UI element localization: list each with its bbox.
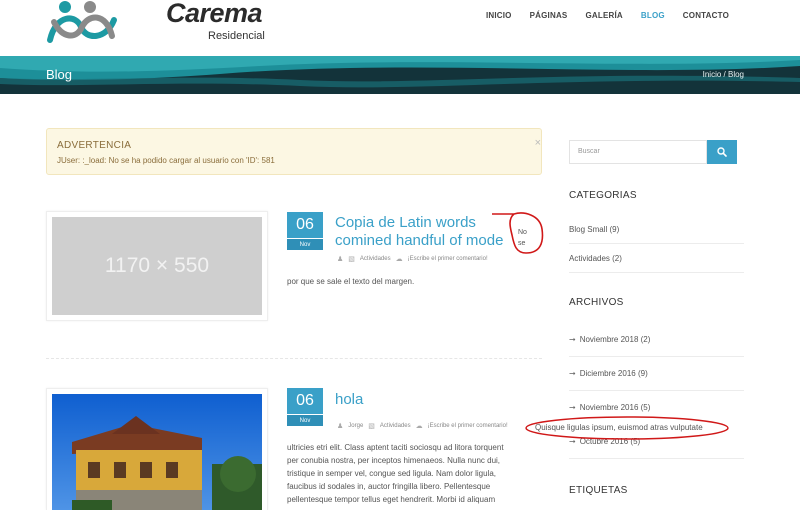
post-title[interactable]: Copia de Latin words comined handful of … [335,214,503,250]
site-logo[interactable]: Carema Residencial [46,0,265,50]
post-category[interactable]: Actividades [380,423,411,429]
categories-heading: CATEGORIAS [569,190,637,201]
date-badge: 06 Nov [287,212,323,250]
post-meta: ♟ Jorge ▧ Actividades ☁ ¡Escribe el prim… [337,422,508,430]
post-title[interactable]: hola [335,391,363,409]
archive-label: Noviembre 2018 (2) [579,335,651,344]
folder-icon: ▧ [368,423,375,430]
excerpt-line: ultricies etri elit. Class aptent taciti… [287,443,504,452]
post-divider [46,358,542,359]
breadcrumb-current: Blog [727,70,744,79]
user-icon: ♟ [337,423,344,430]
date-badge: 06 Nov [287,388,323,426]
comment-icon: ☁ [395,256,403,263]
nav-inicio[interactable]: INICIO [477,11,521,20]
house-photo [52,394,262,510]
post-thumbnail[interactable] [46,388,268,510]
overflow-line: No [518,229,527,236]
date-month: Nov [287,414,323,426]
excerpt-line: per conubia nostra, per inceptos himenae… [287,456,501,465]
post-thumbnail[interactable]: 1170 × 550 [46,211,268,321]
date-day: 06 [296,216,314,233]
excerpt-line: pellentesque tempor tellus eget hendreri… [287,495,496,504]
sidebar-divider [569,458,744,459]
post-excerpt: por que se sale el texto del margen. [287,277,415,286]
post-photo [52,394,262,510]
date-month: Nov [287,238,323,250]
banner-wave-graphic [0,56,800,94]
nav-contacto[interactable]: CONTACTO [674,11,738,20]
sidebar-divider [569,243,744,244]
logo-subtitle: Residencial [208,30,265,42]
sidebar-divider [569,272,744,273]
excerpt-line: faucibus id sodales in, auctor fringilla… [287,482,491,491]
archive-link[interactable]: ➞ Noviembre 2018 (2) [569,335,744,344]
nav-paginas[interactable]: PÁGINAS [521,11,577,20]
archive-link[interactable]: ➞ Diciembre 2016 (9) [569,369,744,378]
user-icon: ♟ [337,256,344,263]
logo-figures-icon [47,1,117,43]
annotation-circle-2 [525,416,729,440]
search-button[interactable] [707,140,737,164]
post-title-line: comined handful of mode [335,232,504,249]
post-category[interactable]: Actividades [360,256,391,262]
sidebar-divider [569,390,744,391]
tags-heading: ETIQUETAS [569,485,628,496]
warning-alert: ADVERTENCIA JUser: :_load: No se ha podi… [46,128,542,175]
excerpt-line: tristique in semper vel, congue sed ligu… [287,469,496,478]
sidebar-divider [569,356,744,357]
comment-icon: ☁ [415,423,423,430]
site-header: Carema Residencial INICIO PÁGINAS GALERÍ… [0,0,800,56]
close-icon[interactable]: × [535,137,541,149]
main-nav: INICIO PÁGINAS GALERÍA BLOG CONTACTO [477,11,738,20]
post-title-line: Copia de Latin words [335,214,476,231]
category-link[interactable]: Blog Small (9) [569,225,744,234]
thumbnail-placeholder: 1170 × 550 [52,217,262,315]
page-banner: Blog Inicio / Blog [0,56,800,94]
arrow-right-icon: ➞ [569,369,576,378]
archives-heading: ARCHIVOS [569,297,624,308]
post-author[interactable]: Jorge [348,423,363,429]
post-comments-link[interactable]: ¡Escribe el primer comentario! [408,256,488,262]
post-comments-link[interactable]: ¡Escribe el primer comentario! [428,423,508,429]
page-title: Blog [46,67,73,82]
archive-link[interactable]: ➞ Noviembre 2016 (5) [569,403,744,412]
date-day: 06 [296,392,314,409]
category-link[interactable]: Actividades (2) [569,254,744,263]
search-icon [717,147,727,157]
breadcrumb: Inicio / Blog [703,70,744,79]
archive-label: Noviembre 2016 (5) [579,403,651,412]
search-input[interactable]: Buscar [569,140,707,164]
nav-blog[interactable]: BLOG [632,11,674,20]
post-excerpt: ultricies etri elit. Class aptent taciti… [287,441,533,506]
overflow-line: se [518,240,526,247]
breadcrumb-home[interactable]: Inicio [703,70,722,79]
folder-icon: ▧ [348,256,355,263]
arrow-right-icon: ➞ [569,403,576,412]
warning-message: JUser: :_load: No se ha podido cargar al… [57,156,275,165]
warning-title: ADVERTENCIA [57,140,132,151]
arrow-right-icon: ➞ [569,335,576,344]
logo-text: Carema [166,0,263,28]
overflow-text-fragment: No se [518,227,527,249]
archive-label: Diciembre 2016 (9) [579,369,648,378]
nav-galeria[interactable]: GALERÍA [576,11,631,20]
breadcrumb-separator: / [721,70,728,79]
post-meta: ♟ ▧ Actividades ☁ ¡Escribe el primer com… [337,255,488,263]
